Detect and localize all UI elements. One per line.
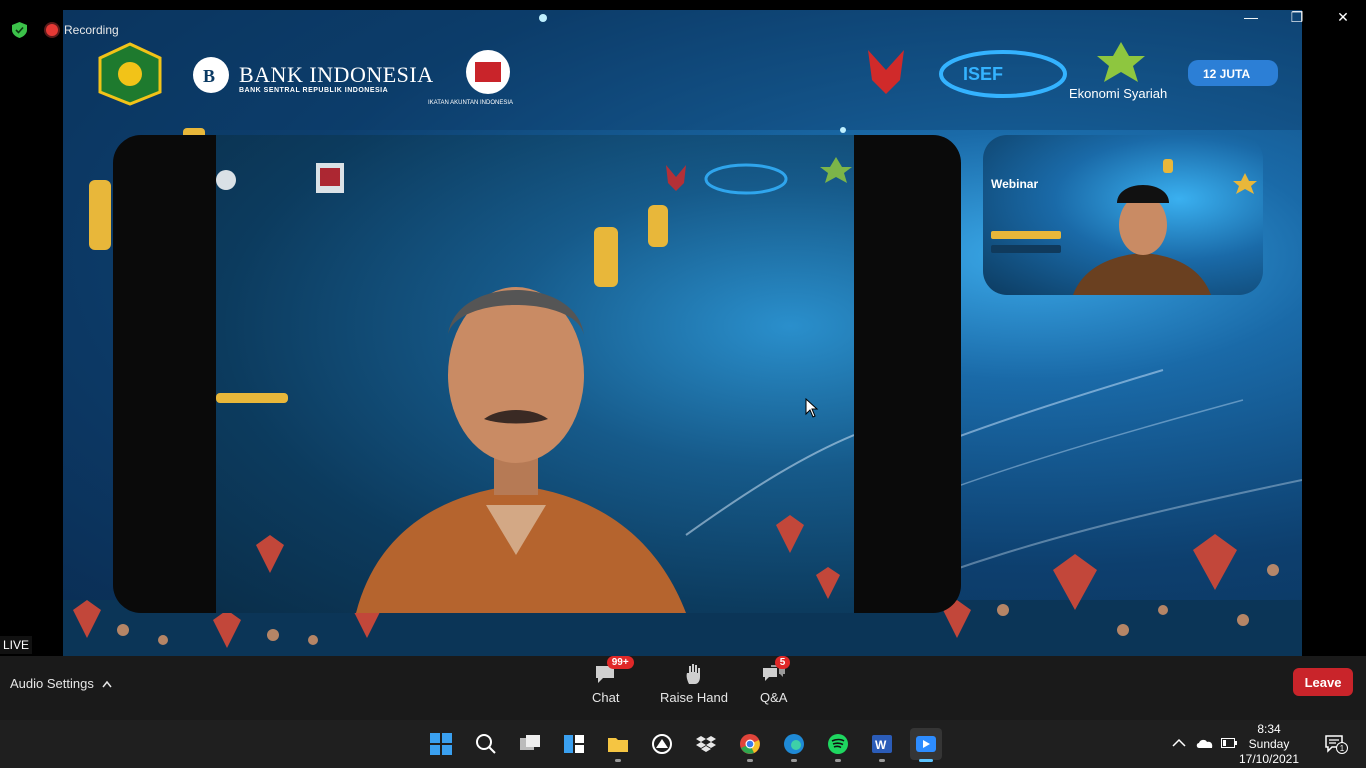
taskbar-clock[interactable]: 8:34 Sunday 17/10/2021 <box>1234 722 1304 767</box>
minimize-button[interactable]: — <box>1228 6 1274 28</box>
start-button[interactable] <box>425 728 457 760</box>
speaker-image <box>216 157 854 613</box>
raise-hand-button[interactable]: Raise Hand <box>660 662 728 705</box>
recording-label: Recording <box>64 23 119 37</box>
folder-icon <box>608 738 628 752</box>
restore-button[interactable]: ❐ <box>1274 6 1320 28</box>
app-helmet-icon <box>652 734 672 754</box>
close-button[interactable]: ✕ <box>1320 6 1366 28</box>
zoom-window: Recording — ❐ ✕ B ISEF 12 JUTA BANK INDO… <box>0 0 1366 720</box>
search-icon <box>476 734 496 754</box>
running-indicator <box>747 759 753 762</box>
task-view-icon <box>520 735 540 750</box>
leave-button[interactable]: Leave <box>1293 668 1353 696</box>
bank-indonesia-subtitle: BANK SENTRAL REPUBLIK INDONESIA <box>239 87 389 94</box>
iai-subtitle: IKATAN AKUNTAN INDONESIA <box>428 100 514 106</box>
chat-icon-wrap: 99+ <box>593 656 634 686</box>
spotify-icon <box>828 734 848 754</box>
ekonomi-syariah-label: Ekonomi Syariah <box>1069 86 1168 101</box>
chat-label: Chat <box>592 690 620 705</box>
windows-logo-icon <box>430 733 452 755</box>
hand-icon <box>686 664 700 684</box>
bank-indonesia-title: BANK INDONESIA <box>239 62 434 87</box>
dropbox-icon <box>696 736 716 752</box>
mouse-pointer-icon <box>805 398 819 418</box>
qa-button[interactable]: 5 Q&A <box>760 656 791 705</box>
qa-icon-wrap: 5 <box>761 656 791 686</box>
svg-text:B: B <box>203 66 215 86</box>
participant-thumbnail-video[interactable]: Webinar <box>983 135 1263 295</box>
taskbar-edge[interactable] <box>778 728 810 762</box>
clock-date: 17/10/2021 <box>1238 752 1300 766</box>
kemenag-logo <box>98 42 162 106</box>
qa-label: Q&A <box>760 690 788 705</box>
search-button[interactable] <box>470 728 502 760</box>
raise-hand-label: Raise Hand <box>660 690 728 705</box>
record-dot-icon <box>46 24 58 36</box>
taskbar-zoom[interactable] <box>910 728 942 762</box>
notification-center-button[interactable]: 1 <box>1324 734 1348 754</box>
live-indicator: LIVE <box>0 636 32 654</box>
taskbar-dropbox[interactable] <box>690 728 722 760</box>
shared-screen-stage: B ISEF 12 JUTA BANK INDONESIA BANK SENTR… <box>63 10 1302 656</box>
svg-text:ISEF: ISEF <box>963 64 1003 84</box>
onedrive-cloud-icon[interactable] <box>1195 736 1215 750</box>
notification-count: 1 <box>1336 742 1348 754</box>
taskbar-chrome[interactable] <box>734 728 766 762</box>
running-indicator <box>791 759 797 762</box>
meeting-toolbar: Audio Settings 99+ Chat Raise Hand 5 Q&A… <box>0 656 1366 720</box>
chevron-up-icon <box>102 680 112 687</box>
title-bar: Recording — ❐ ✕ <box>0 0 1366 38</box>
shield-icon <box>12 22 27 38</box>
taskbar-app-helmet[interactable] <box>646 728 678 760</box>
speaker-video-feed <box>216 135 854 613</box>
running-indicator <box>835 759 841 762</box>
svg-text:12 JUTA: 12 JUTA <box>1203 67 1250 81</box>
word-icon: W <box>872 735 892 753</box>
windows-taskbar: W 8:34 Sunday 17/10/2021 1 <box>0 720 1366 768</box>
clock-time: 8:34 <box>1257 722 1281 736</box>
clock-day: Sunday <box>1248 737 1290 751</box>
audio-settings-label: Audio Settings <box>10 676 94 691</box>
svg-text:W: W <box>875 738 887 752</box>
running-indicator <box>919 759 933 762</box>
audio-settings-button[interactable]: Audio Settings <box>10 676 112 691</box>
taskbar-word[interactable]: W <box>866 728 898 762</box>
running-indicator <box>615 759 621 762</box>
widgets-icon <box>564 735 584 753</box>
task-view-button[interactable] <box>514 728 546 760</box>
running-indicator <box>879 759 885 762</box>
raise-hand-icon-wrap <box>681 662 707 686</box>
edge-icon <box>784 734 804 754</box>
chevron-up-tray-icon[interactable] <box>1172 738 1186 748</box>
qa-badge: 5 <box>774 656 791 669</box>
thumbnail-image <box>991 159 1257 295</box>
zoom-app-icon <box>916 736 936 752</box>
recording-indicator[interactable]: Recording <box>46 23 119 37</box>
taskbar-spotify[interactable] <box>822 728 854 762</box>
widgets-button[interactable] <box>558 728 590 760</box>
active-speaker-video[interactable] <box>113 135 961 613</box>
thumbnail-webinar-title: Webinar <box>991 177 1039 191</box>
taskbar-file-explorer[interactable] <box>602 728 634 762</box>
chat-button[interactable]: 99+ Chat <box>592 656 634 705</box>
chat-badge: 99+ <box>606 656 634 669</box>
chrome-icon <box>740 734 760 754</box>
